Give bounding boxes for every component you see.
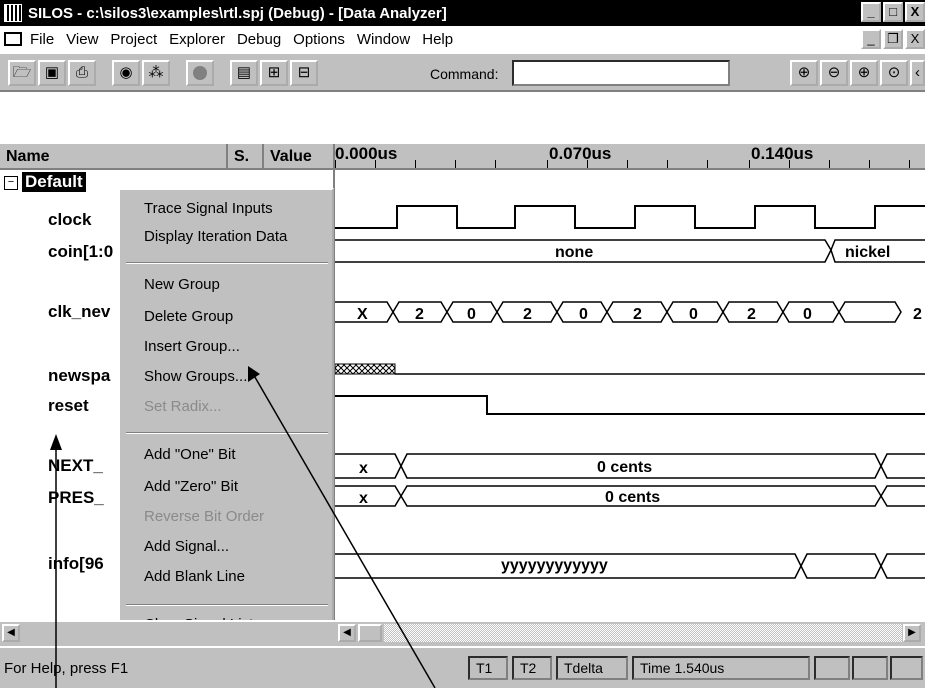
annotation-arrows (50, 366, 436, 688)
